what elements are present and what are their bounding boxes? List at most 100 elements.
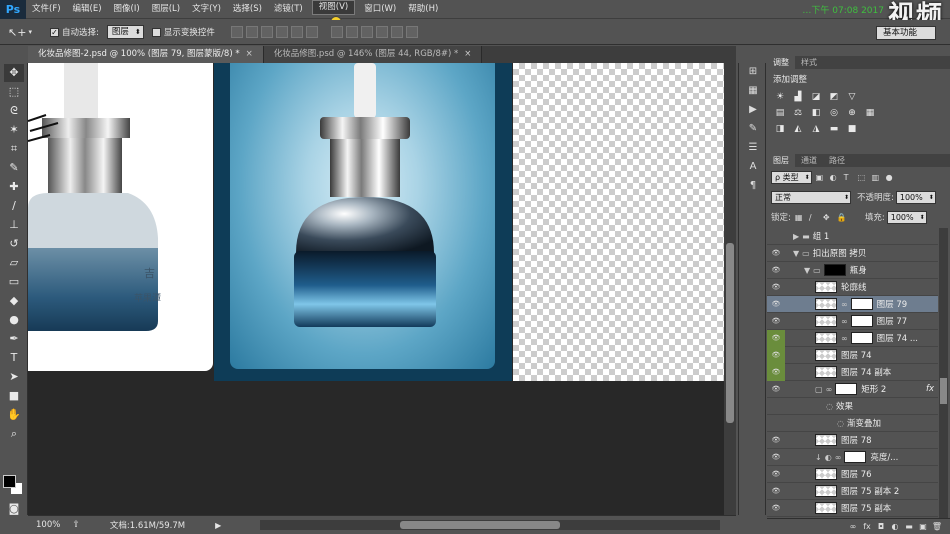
brush-presets-icon[interactable]: ✎ xyxy=(744,123,762,139)
move-tool-icon[interactable]: ✥ xyxy=(4,64,24,82)
eye-icon[interactable]: 👁 xyxy=(767,300,785,308)
history-brush-tool-icon[interactable]: ↺ xyxy=(4,235,24,253)
align-bottom-icon[interactable] xyxy=(260,26,273,38)
layer-row[interactable]: 👁 图层 74 xyxy=(767,346,938,364)
new-group-icon[interactable]: ▬ xyxy=(902,522,916,531)
document-tab[interactable]: 化妆品修图-2.psd @ 100% (图层 79, 图层蒙版/8) * × xyxy=(28,46,264,63)
close-icon[interactable]: × xyxy=(464,46,471,63)
black-white-icon[interactable]: ◧ xyxy=(809,107,823,119)
menu-item[interactable]: 编辑(E) xyxy=(67,0,108,19)
eye-icon[interactable]: 👁 xyxy=(767,363,785,381)
status-menu-arrow-icon[interactable]: ▶ xyxy=(215,521,221,530)
distribute-vcenter-icon[interactable] xyxy=(345,26,358,38)
align-hcenter-icon[interactable] xyxy=(290,26,303,38)
align-left-icon[interactable] xyxy=(275,26,288,38)
panel-tab[interactable]: 调整 xyxy=(767,56,795,69)
eye-icon[interactable]: 👁 xyxy=(767,283,785,291)
menu-item[interactable]: 图像(I) xyxy=(108,0,146,19)
eye-icon[interactable]: 👁 xyxy=(767,266,785,274)
brightness-icon[interactable]: ☀ xyxy=(773,91,787,103)
distribute-left-icon[interactable] xyxy=(375,26,388,38)
filter-smart-icon[interactable]: ▥ xyxy=(872,173,882,182)
color-lookup-icon[interactable]: ▦ xyxy=(863,107,877,119)
invert-icon[interactable]: ◨ xyxy=(773,123,787,135)
type-tool-icon[interactable]: T xyxy=(4,349,24,367)
lock-brush-icon[interactable]: ∕ xyxy=(809,213,819,222)
healing-brush-tool-icon[interactable]: ✚ xyxy=(4,178,24,196)
threshold-icon[interactable]: ◮ xyxy=(809,123,823,135)
layer-row[interactable]: 👁 轮廓线 xyxy=(767,279,938,296)
color-balance-icon[interactable]: ⚖ xyxy=(791,107,805,119)
align-vcenter-icon[interactable] xyxy=(245,26,258,38)
filter-shape-icon[interactable]: ⬚ xyxy=(858,173,868,182)
zoom-tool-icon[interactable]: ⌕ xyxy=(4,425,24,443)
pen-tool-icon[interactable]: ✒ xyxy=(4,330,24,348)
gradient-map-icon[interactable]: ▬ xyxy=(827,123,841,135)
blend-mode-select[interactable]: 正常 xyxy=(771,190,851,204)
eyedropper-tool-icon[interactable]: ✎ xyxy=(4,159,24,177)
quick-mask-icon[interactable]: ◙ xyxy=(4,500,24,518)
marquee-tool-icon[interactable]: ⬚ xyxy=(4,83,24,101)
rectangle-tool-icon[interactable]: ■ xyxy=(4,387,24,405)
filter-pixel-icon[interactable]: ▣ xyxy=(816,173,826,182)
brush-tool-icon[interactable]: ∕ xyxy=(4,197,24,215)
opacity-field[interactable]: 100% xyxy=(895,190,936,204)
layer-row[interactable]: ◌ 渐变叠加 xyxy=(767,415,938,432)
eye-icon[interactable]: 👁 xyxy=(767,346,785,364)
lock-all-icon[interactable]: 🔒 xyxy=(837,213,847,222)
fill-field[interactable]: 100% xyxy=(886,210,927,224)
paragraph-icon[interactable]: ¶ xyxy=(744,180,762,196)
distribute-top-icon[interactable] xyxy=(330,26,343,38)
panel-tab[interactable]: 通道 xyxy=(795,154,823,167)
lock-move-icon[interactable]: ✥ xyxy=(823,213,833,222)
scroll-thumb[interactable] xyxy=(400,521,560,529)
eye-icon[interactable]: 👁 xyxy=(767,453,785,461)
menu-item[interactable]: 窗口(W) xyxy=(358,0,402,19)
eye-icon[interactable]: 👁 xyxy=(767,317,785,325)
layer-row[interactable]: 👁 图层 75 副本 2 xyxy=(767,483,938,500)
auto-select-value[interactable]: 图层 xyxy=(106,25,144,39)
auto-select-option[interactable]: ✓ 自动选择: xyxy=(49,26,99,38)
scroll-thumb[interactable] xyxy=(940,378,947,404)
filter-toggle-icon[interactable]: ● xyxy=(886,173,896,182)
panel-tab[interactable]: 样式 xyxy=(795,56,823,69)
stamp-tool-icon[interactable]: ⊥ xyxy=(4,216,24,234)
eye-icon[interactable]: 👁 xyxy=(767,329,785,347)
hand-tool-icon[interactable]: ✋ xyxy=(4,406,24,424)
menu-item[interactable]: 视图(V) xyxy=(311,0,356,15)
distribute-right-icon[interactable] xyxy=(405,26,418,38)
fx-badge[interactable]: fx xyxy=(926,384,934,394)
zoom-level[interactable]: 100% xyxy=(36,520,60,530)
document-tab[interactable]: 化妆品修图.psd @ 146% (图层 44, RGB/8#) * × xyxy=(263,46,483,63)
eye-icon[interactable]: 👁 xyxy=(767,385,785,393)
layers-scrollbar[interactable] xyxy=(939,228,948,518)
eye-icon[interactable]: 👁 xyxy=(767,436,785,444)
lasso-tool-icon[interactable]: ᘓ xyxy=(4,102,24,120)
properties-icon[interactable]: ☰ xyxy=(744,142,762,158)
layer-row[interactable]: 👁 ▼ ▭ 瓶身 xyxy=(767,262,938,279)
curves-icon[interactable]: ◪ xyxy=(809,91,823,103)
vibrance-icon[interactable]: ▽ xyxy=(845,91,859,103)
eye-icon[interactable]: 👁 xyxy=(767,487,785,495)
layer-row[interactable]: 👁 图层 75 副本 xyxy=(767,500,938,517)
add-mask-icon[interactable]: ◘ xyxy=(874,522,888,531)
workspace-select[interactable]: 基本功能 xyxy=(875,26,936,40)
layer-row[interactable]: 👁 ∞ 图层 77 xyxy=(767,313,938,330)
eye-icon[interactable]: 👁 xyxy=(767,249,785,257)
menu-item[interactable]: 文字(Y) xyxy=(186,0,227,19)
export-icon[interactable]: ⇧ xyxy=(72,520,80,530)
filter-adjust-icon[interactable]: ◐ xyxy=(830,173,840,182)
photo-filter-icon[interactable]: ◎ xyxy=(827,107,841,119)
canvas-area[interactable]: 吉 苹果潭 xyxy=(28,63,724,515)
swatches-icon[interactable]: ▦ xyxy=(744,85,762,101)
layer-row[interactable]: ▶ ▬ 组 1 xyxy=(767,228,938,245)
hue-saturation-icon[interactable]: ▤ xyxy=(773,107,787,119)
new-layer-icon[interactable]: ▣ xyxy=(916,522,930,531)
path-selection-tool-icon[interactable]: ➤ xyxy=(4,368,24,386)
character-icon[interactable]: A xyxy=(744,161,762,177)
history-icon[interactable]: ⊞ xyxy=(744,66,762,82)
layer-row[interactable]: 👁 ↓ ◐ ∞ 亮度/... xyxy=(767,449,938,466)
levels-icon[interactable]: ▟ xyxy=(791,91,805,103)
eye-icon[interactable]: 👁 xyxy=(767,470,785,478)
panel-tab[interactable]: 路径 xyxy=(823,154,851,167)
